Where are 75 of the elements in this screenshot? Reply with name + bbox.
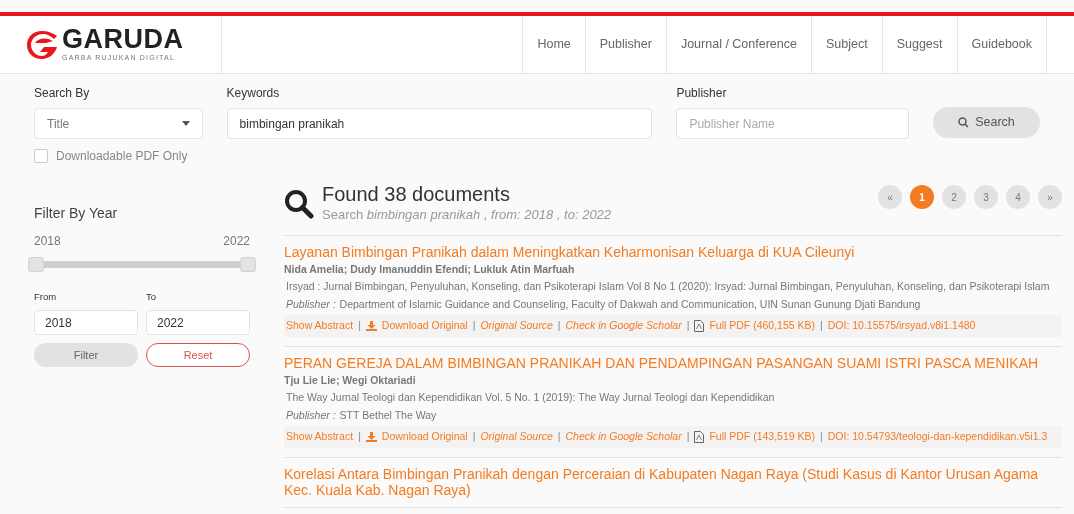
link[interactable]: Check in Google Scholar [565, 317, 682, 334]
nav-link[interactable]: Home [522, 16, 585, 73]
max-year: 2022 [223, 233, 250, 250]
separator: | [686, 317, 690, 333]
search-icon [284, 188, 314, 219]
link[interactable]: Check in Google Scholar [565, 428, 682, 445]
field-label: To [146, 290, 158, 304]
document-title-link[interactable]: Layanan Bimbingan Pranikah dalam Meningkatkan Keharmonisan Keluarga di KUA Cileunyi [284, 243, 1062, 260]
search-by-select[interactable]: Title [34, 108, 203, 139]
caret-icon [181, 121, 190, 126]
nav-link[interactable]: Suggest [881, 16, 957, 73]
authors: Nida Amelia; Dudy Imanuddin Efendi; Lukluk Atin Marfuah [284, 261, 576, 277]
link[interactable]: Download Original [381, 428, 468, 445]
page-button[interactable]: 1 [910, 185, 934, 209]
pdf-file-icon [694, 319, 705, 332]
link[interactable]: DOI: 10.54793/teologi-dan-kependidikan.v5i1.3 [827, 428, 1048, 445]
field-label: Publisher [676, 85, 728, 102]
nav-link[interactable]: Journal / Conference [665, 16, 811, 73]
filter-title: Filter By Year [34, 204, 119, 223]
publisher-name: STT Bethel The Way [339, 408, 437, 424]
separator: | [472, 428, 476, 444]
separator: | [358, 317, 361, 333]
link[interactable]: Show Abstract [286, 317, 354, 334]
link[interactable]: DOI: 10.15575/irsyad.v8i1.1480 [827, 317, 976, 334]
link[interactable]: Download Original [381, 317, 468, 334]
nav-link[interactable]: Subject [810, 16, 882, 73]
link[interactable]: Original Source [480, 428, 553, 445]
min-year: 2018 [34, 233, 61, 250]
filter-button[interactable]: Filter [34, 343, 138, 368]
page-button[interactable]: 3 [974, 185, 998, 209]
to-year-field[interactable]: 2022 [146, 310, 250, 336]
search-summary: Search bimbingan pranikah , from: 2018 , to: 2022 [322, 206, 613, 224]
field-label: From [34, 290, 58, 304]
document-title-link[interactable]: Korelasi Antara Bimbingan Pranikah dengan Perceraian di Kabupaten Nagan Raya (Studi Kasus di Kantor Urusan Agama Kec. Kuala Kab. Nagan Raya) [284, 465, 1062, 498]
page-button[interactable]: 2 [942, 185, 966, 209]
keywords-field[interactable]: bimbingan pranikah [226, 108, 653, 139]
publisher-label: Publisher : [286, 408, 336, 424]
download-icon [365, 431, 377, 442]
link[interactable]: Full PDF (460,155 KB) [709, 317, 816, 334]
separator: | [686, 428, 690, 444]
from-year-field[interactable]: 2018 [34, 310, 138, 336]
reset-button[interactable]: Reset [146, 343, 250, 368]
separator: | [820, 428, 823, 444]
link[interactable]: Original Source [480, 317, 553, 334]
nav-link[interactable]: Publisher [584, 16, 666, 73]
checkbox-label: Downloadable PDF Only [56, 148, 188, 165]
brand-name: GARUDA [62, 25, 184, 53]
source-text: The Way Jurnal Teologi dan Kependidikan Vol. 5 No. 1 (2019): The Way Jurnal Teologi dan Kependidikan [285, 390, 776, 406]
link[interactable]: Full PDF (143,519 KB) [709, 428, 816, 445]
publisher-field[interactable]: Publisher Name [676, 108, 909, 139]
search-icon [958, 117, 970, 128]
publisher-name: Department of Islamic Guidance and Counseling, Faculty of Dakwah and Communication, UIN Sunan Gunung Djati Bandung [339, 297, 921, 313]
page-button[interactable]: 4 [1006, 185, 1030, 209]
separator: | [472, 317, 476, 333]
publisher-label: Publisher : [286, 297, 336, 313]
page-button[interactable]: » [1038, 185, 1062, 209]
separator: | [820, 317, 823, 333]
separator: | [557, 317, 561, 333]
separator: | [358, 428, 361, 444]
results-heading: Found 38 documents [322, 183, 511, 205]
pdf-file-icon [694, 430, 705, 443]
separator: | [557, 428, 561, 444]
checkbox[interactable] [34, 149, 48, 163]
link[interactable]: Show Abstract [286, 428, 354, 445]
source-text: Irsyad : Jurnal Bimbingan, Penyuluhan, Konseling, dan Psikoterapi Islam Vol 8 No 1 (2020): Irsyad: Jurnal Bimbingan, Penyuluhan, Konseling, dan Psikoterapi Islam [285, 279, 1051, 295]
range-start-handle[interactable] [28, 257, 44, 272]
download-icon [365, 320, 377, 331]
document-title-link[interactable]: PERAN GEREJA DALAM BIMBINGAN PRANIKAH DAN PENDAMPINGAN PASANGAN SUAMI ISTRI PASCA MENIKAH [284, 354, 1062, 371]
authors: Tju Lie Lie; Wegi Oktariadi [284, 372, 417, 388]
nav-link[interactable]: Guidebook [956, 16, 1046, 73]
search-button[interactable]: Search [933, 107, 1040, 138]
field-label: Keywords [226, 85, 281, 102]
page-button[interactable]: « [878, 185, 902, 209]
field-label: Search By [34, 85, 91, 102]
range-end-handle[interactable] [240, 257, 256, 272]
